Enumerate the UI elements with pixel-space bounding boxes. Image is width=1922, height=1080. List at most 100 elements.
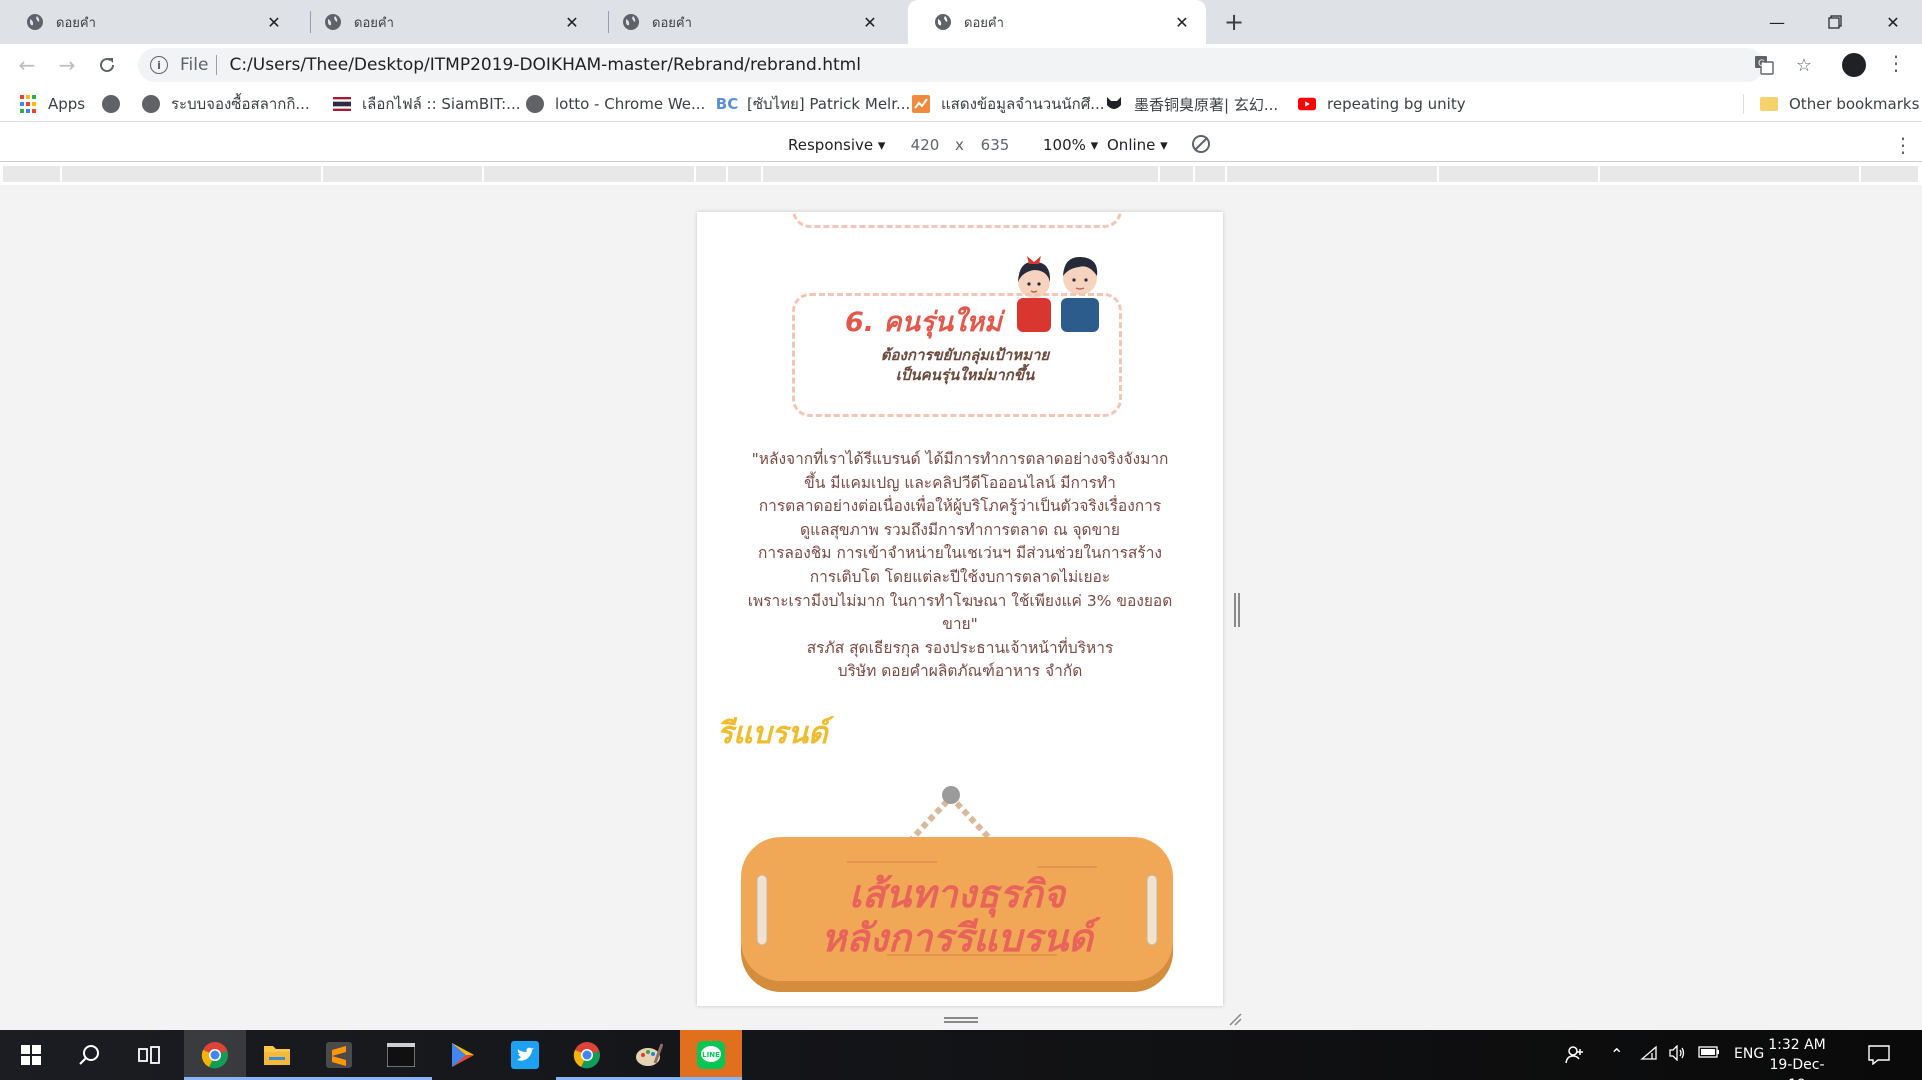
taskbar-paint[interactable]	[618, 1030, 680, 1080]
taskbar-chrome-2[interactable]	[556, 1030, 618, 1080]
taskbar-file-explorer[interactable]	[246, 1030, 308, 1080]
device-select[interactable]: Responsive ▾	[788, 136, 885, 154]
volume-icon[interactable]	[1668, 1044, 1686, 1065]
avatar[interactable]	[1842, 53, 1866, 77]
emulated-page[interactable]: 6. คนรุ่นใหม่ ต้องการขยับกลุ่มเป้าหมาย เ…	[697, 212, 1223, 1006]
address-bar[interactable]: i File C:/Users/Thee/Desktop/ITMP2019-DO…	[138, 48, 1764, 82]
taskbar-line[interactable]: LINE	[680, 1030, 742, 1080]
close-icon[interactable]: ✕	[1170, 10, 1194, 34]
forward-button[interactable]: →	[51, 49, 83, 81]
translate-icon[interactable]: G	[1750, 51, 1778, 79]
clock-time: 1:32 AM	[1768, 1037, 1826, 1053]
tab-title: ดอยคำ	[964, 15, 1004, 31]
play-icon	[452, 1043, 474, 1067]
emulated-viewport-area: 6. คนรุ่นใหม่ ต้องการขยับกลุ่มเป้าหมาย เ…	[0, 185, 1922, 1030]
wifi-icon[interactable]	[1640, 1045, 1658, 1065]
palette-icon	[636, 1043, 663, 1066]
bookmark-item[interactable]: repeating bg unity	[1298, 94, 1466, 114]
media-query-segment[interactable]	[3, 166, 60, 182]
media-query-segment[interactable]	[1195, 166, 1225, 182]
bookmark-item[interactable]: ระบบจองซื้อสลากกิ...	[142, 94, 310, 114]
info-icon[interactable]: i	[150, 56, 168, 74]
globe-icon	[935, 14, 951, 30]
zoom-select[interactable]: 100% ▾	[1043, 136, 1098, 154]
browser-tab-active[interactable]: ดอยคำ ✕	[908, 0, 1206, 44]
media-query-segment[interactable]	[763, 166, 1158, 182]
bookmark-item[interactable]: 墨香铜臭原著| 玄幻...	[1105, 94, 1278, 114]
media-query-segment[interactable]	[323, 166, 482, 182]
resize-handle-right[interactable]	[1234, 593, 1240, 627]
executive-quote: "หลังจากที่เราได้รีแบรนด์ ได้มีการทำการต…	[719, 448, 1201, 684]
minimize-button[interactable]: —	[1748, 0, 1806, 44]
taskbar-chrome[interactable]	[184, 1030, 246, 1080]
kebab-menu-icon[interactable]: ⋮	[1893, 133, 1913, 157]
card-description: ต้องการขยับกลุ่มเป้าหมาย เป็นคนรุ่นใหม่ม…	[845, 345, 1085, 385]
people-icon[interactable]	[1565, 1045, 1585, 1069]
browser-tab[interactable]: ดอยคำ ✕	[596, 0, 894, 44]
bookmark-label: 墨香铜臭原著| 玄幻...	[1134, 95, 1279, 114]
battery-icon[interactable]	[1698, 1045, 1720, 1063]
restore-button[interactable]	[1806, 0, 1864, 44]
quote-line: การลองชิม การเข้าจำหน่ายในเชเว่นฯ มีส่วน…	[758, 544, 1162, 563]
close-icon[interactable]: ✕	[858, 10, 882, 34]
media-query-segment[interactable]	[1600, 166, 1859, 182]
search-button[interactable]	[58, 1030, 120, 1080]
back-button[interactable]: ←	[11, 49, 43, 81]
kebab-menu-icon[interactable]: ⋮	[1886, 51, 1906, 79]
media-query-segment[interactable]	[1227, 166, 1437, 182]
folder-icon	[264, 1046, 290, 1065]
taskbar-terminal[interactable]	[370, 1030, 432, 1080]
notification-icon[interactable]	[1868, 1045, 1890, 1069]
chrome-icon	[201, 1042, 228, 1069]
quote-line: ขึ้น มีแคมเปญ และคลิปวีดีโอออนไลน์ มีการ…	[804, 473, 1116, 492]
bookmark-label: lotto - Chrome We...	[555, 95, 706, 113]
restore-icon	[1828, 15, 1842, 29]
resize-corner-icon[interactable]	[1228, 1012, 1242, 1026]
language-indicator[interactable]: ENG	[1734, 1046, 1764, 1062]
close-icon[interactable]: ✕	[560, 10, 584, 34]
media-query-segment[interactable]	[1160, 166, 1193, 182]
close-window-button[interactable]: ✕	[1864, 0, 1922, 44]
browser-tab[interactable]: ดอยคำ ✕	[298, 0, 596, 44]
bookmark-item[interactable]: lotto - Chrome We...	[526, 94, 705, 114]
device-toolbar: Responsive ▾ 420 x 635 100% ▾ Online ▾ ⋮	[0, 128, 1922, 162]
bookmark-apps[interactable]: Apps	[19, 94, 85, 114]
terminal-icon	[387, 1043, 415, 1067]
bookmark-item[interactable]	[102, 94, 131, 114]
new-tab-button[interactable]: +	[1220, 8, 1248, 36]
media-query-segment[interactable]	[1439, 166, 1598, 182]
url-text[interactable]: C:/Users/Thee/Desktop/ITMP2019-DOIKHAM-m…	[229, 55, 861, 75]
globe-icon	[27, 14, 43, 30]
media-query-segment[interactable]	[1861, 166, 1918, 182]
quote-line: การตลาดอย่างต่อเนื่องเพื่อให้ผู้บริโภครู…	[758, 497, 1162, 516]
width-input[interactable]: 420	[896, 133, 954, 157]
reload-button[interactable]	[91, 49, 123, 81]
quote-line: การเติบโต โดยแต่ละปีใช้งบการตลาดไม่เยอะ	[809, 567, 1111, 586]
resize-handle-bottom[interactable]	[944, 1017, 978, 1023]
bookmark-item[interactable]: แสดงข้อมูลจำนวนนักศึ...	[912, 94, 1105, 114]
start-button[interactable]	[0, 1030, 62, 1080]
media-query-segment[interactable]	[696, 166, 726, 182]
clock[interactable]: 1:32 AM 19-Dec-19	[1762, 1035, 1832, 1080]
task-view-button[interactable]	[118, 1030, 180, 1080]
bookmark-item[interactable]: BC [ซับไทย] Patrick Melr...	[716, 94, 911, 114]
quote-line: ขาย"	[942, 615, 978, 634]
chevron-up-icon[interactable]: ⌃	[1610, 1045, 1623, 1064]
bookmark-item[interactable]: เลือกไฟล์ :: SiamBIT:...	[333, 94, 521, 114]
bookmark-label: repeating bg unity	[1327, 95, 1466, 113]
taskbar-sublime[interactable]	[308, 1030, 370, 1080]
bookmark-star-icon[interactable]: ☆	[1790, 51, 1818, 79]
rotate-icon[interactable]	[1192, 135, 1210, 153]
media-query-segment[interactable]	[484, 166, 694, 182]
throttle-select[interactable]: Online ▾	[1107, 136, 1168, 154]
other-bookmarks[interactable]: Other bookmarks	[1760, 94, 1919, 114]
line-icon: LINE	[697, 1041, 725, 1069]
height-input[interactable]: 635	[966, 133, 1024, 157]
media-query-segment[interactable]	[62, 166, 321, 182]
browser-tab[interactable]: ดอยคำ ✕	[0, 0, 298, 44]
browser-toolbar: ← → i File C:/Users/Thee/Desktop/ITMP201…	[0, 44, 1922, 86]
media-query-segment[interactable]	[728, 166, 761, 182]
close-icon[interactable]: ✕	[262, 10, 286, 34]
taskbar-twitter[interactable]	[494, 1030, 556, 1080]
taskbar-play-store[interactable]	[432, 1030, 494, 1080]
